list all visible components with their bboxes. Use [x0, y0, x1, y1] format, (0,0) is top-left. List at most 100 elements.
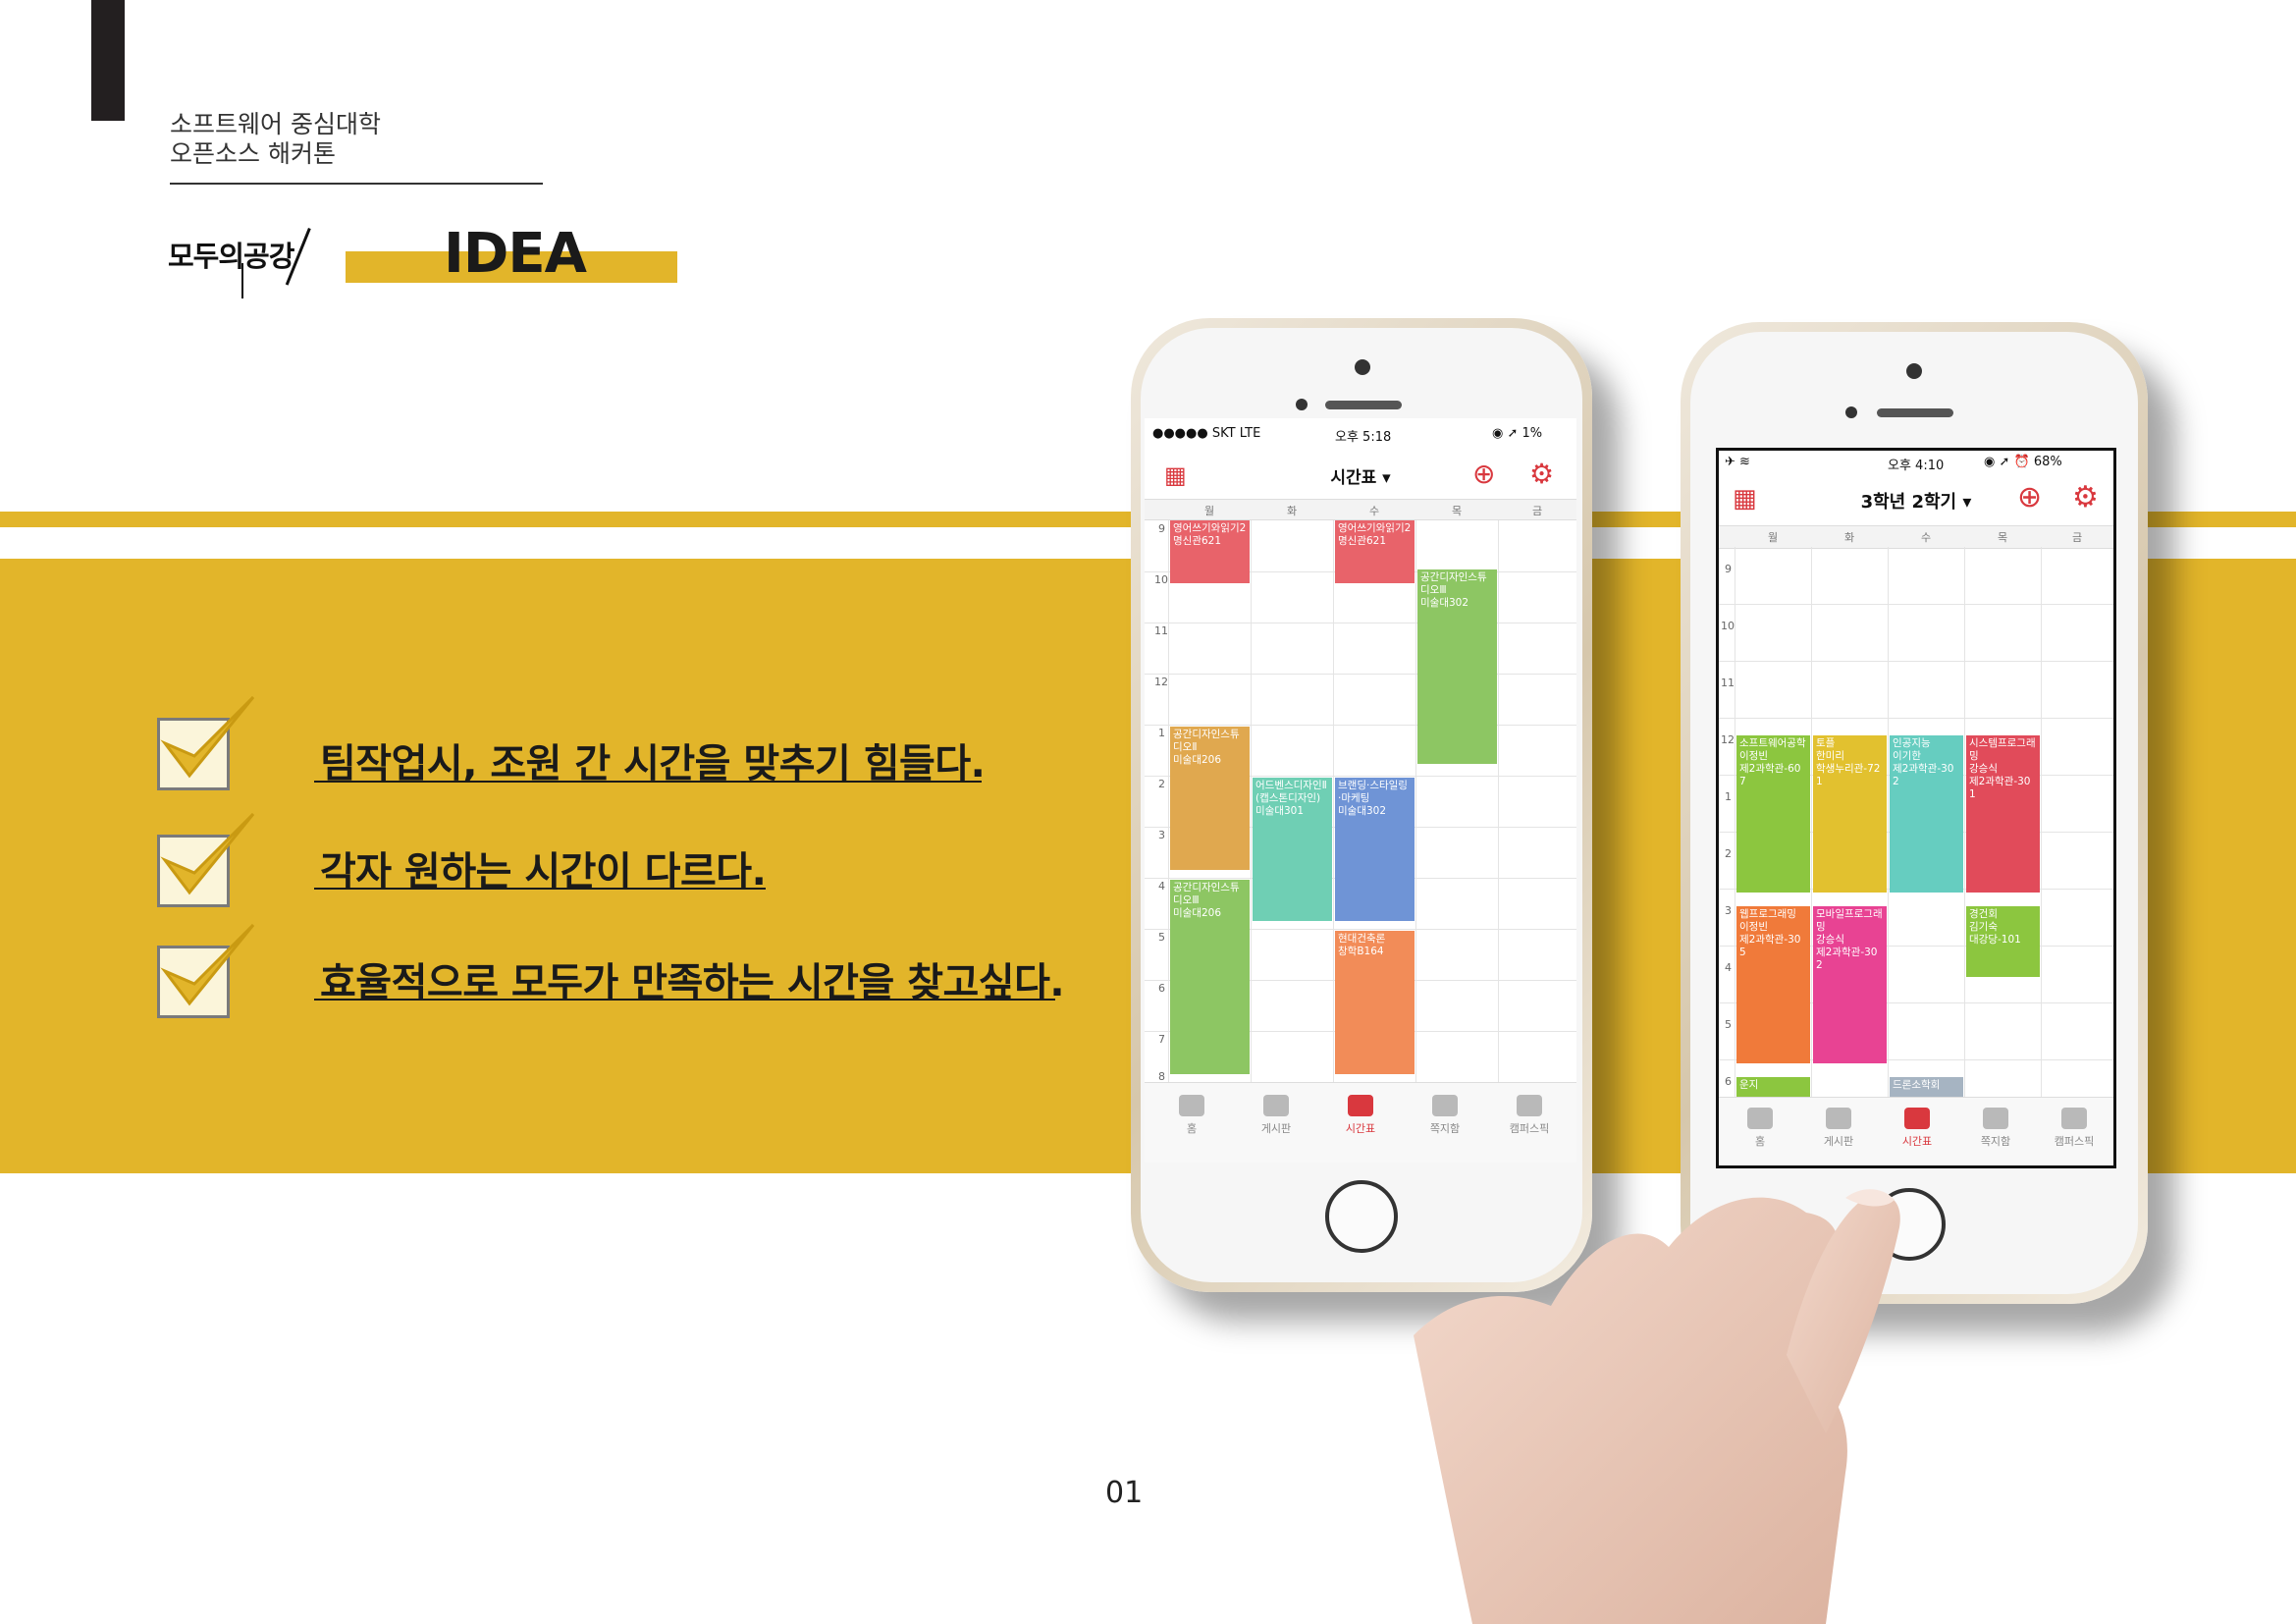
grid-line: [1719, 661, 2113, 662]
class-block[interactable]: 인공지능 이기한 제2과학관-30 2: [1890, 735, 1963, 893]
hour-label: 6: [1725, 1075, 1732, 1088]
grid-line: [1964, 547, 1965, 1097]
earpiece: [1325, 401, 1402, 409]
day-label: 화: [1286, 505, 1298, 517]
class-block[interactable]: 소프트웨어공학 이정빈 제2과학관-60 7: [1736, 735, 1810, 893]
day-label: 월: [1203, 505, 1215, 517]
checklist-underline: [314, 781, 982, 783]
class-block[interactable]: 영어쓰기와읽기2 명신관621: [1170, 520, 1250, 583]
header-line-2: 오픈소스 해커톤: [170, 139, 336, 168]
tab-campuspick[interactable]: 캠퍼스픽: [1490, 1095, 1569, 1136]
battery: ◉ ➚ 1%: [1492, 426, 1543, 441]
tab-home[interactable]: 홈: [1152, 1095, 1231, 1136]
campus-pick-icon: [1517, 1095, 1542, 1116]
tab-board[interactable]: 게시판: [1237, 1095, 1315, 1136]
phone-mockup-2: ✈ ≋ 오후 4:10 ◉ ➚ ⏰ 68% ▦ 3학년 2학기 ▾ ⊕ ⚙ 월 …: [1681, 322, 2148, 1304]
tab-bar: 홈 게시판 시간표 쪽지함 캠퍼스픽: [1719, 1097, 2113, 1165]
checkmark-icon: [160, 695, 255, 779]
tab-bar: 홈 게시판 시간표 쪽지함 캠퍼스픽: [1145, 1082, 1576, 1163]
semester-title[interactable]: 3학년 2학기 ▾: [1719, 488, 2113, 514]
status-bar: ●●●●● SKT LTE 오후 5:18 ◉ ➚ 1%: [1145, 418, 1576, 448]
front-camera: [1906, 363, 1922, 379]
hour-label: 10: [1154, 573, 1168, 586]
add-icon[interactable]: ⊕: [2017, 480, 2042, 514]
grid-line: [1168, 520, 1169, 1082]
tab-board[interactable]: 게시판: [1801, 1108, 1876, 1149]
class-block[interactable]: 웹프로그래밍 이정빈 제2과학관-30 5: [1736, 906, 1810, 1063]
nav-bar: ▦ 3학년 2학기 ▾ ⊕ ⚙: [1719, 474, 2113, 523]
class-block[interactable]: 현대건축론 창학B164: [1335, 931, 1415, 1074]
class-block[interactable]: 토플 한미리 학생누리관-72 1: [1813, 735, 1887, 893]
header-divider: [170, 183, 543, 185]
tab-label: 캠퍼스픽: [2054, 1135, 2095, 1148]
tab-home[interactable]: 홈: [1723, 1108, 1797, 1149]
checkmark-icon: [160, 812, 255, 895]
corner-accent-bar: [91, 0, 125, 121]
class-block[interactable]: 경건회 김기숙 대강당-101: [1966, 906, 2040, 977]
tab-timetable[interactable]: 시간표: [1321, 1095, 1400, 1136]
phone-screen-1: ●●●●● SKT LTE 오후 5:18 ◉ ➚ 1% ▦ 시간표 ▾ ⊕ ⚙…: [1145, 418, 1576, 1163]
hour-label: 1: [1725, 790, 1732, 803]
grid-line: [2041, 547, 2042, 1097]
tab-messages[interactable]: 쪽지함: [1406, 1095, 1484, 1136]
tab-label: 시간표: [1901, 1135, 1933, 1148]
day-label: 목: [1451, 505, 1463, 517]
tab-label: 캠퍼스픽: [1509, 1122, 1550, 1135]
hour-label: 5: [1158, 931, 1165, 944]
checklist-underline: [314, 888, 766, 890]
class-block[interactable]: 어드벤스디자인Ⅱ (캡스톤디자인) 미술대301: [1253, 778, 1332, 921]
day-label: 수: [1920, 531, 1932, 544]
day-label: 금: [2071, 531, 2083, 544]
hour-label: 6: [1158, 982, 1165, 995]
grid-line: [1888, 547, 1889, 1097]
checkmark-icon: [160, 923, 255, 1006]
class-block[interactable]: 공간디자인스튜 디오Ⅲ 미술대206: [1170, 880, 1250, 1074]
home-button[interactable]: [1325, 1180, 1398, 1253]
carrier: ●●●●● SKT LTE: [1152, 426, 1261, 441]
class-block[interactable]: 공간디자인스튜 디오Ⅱ 미술대206: [1170, 727, 1250, 870]
earpiece: [1877, 408, 1953, 417]
hour-label: 3: [1158, 829, 1165, 841]
tab-messages[interactable]: 쪽지함: [1958, 1108, 2033, 1149]
hour-label: 9: [1158, 522, 1165, 535]
hour-label: 12: [1154, 676, 1168, 688]
timetable-title[interactable]: 시간표 ▾: [1145, 463, 1576, 488]
hour-label: 2: [1725, 847, 1732, 860]
battery: ◉ ➚ ⏰ 68%: [1984, 455, 2062, 469]
home-icon: [1747, 1108, 1773, 1129]
gear-icon[interactable]: ⚙: [1529, 458, 1554, 490]
logo-tick: [241, 263, 243, 298]
header-line-1: 소프트웨어 중심대학: [170, 110, 381, 138]
hour-label: 12: [1721, 733, 1735, 746]
grid-line: [1333, 520, 1334, 1082]
gear-icon[interactable]: ⚙: [2072, 480, 2099, 514]
calendar-icon: [1904, 1108, 1930, 1129]
grid-line: [1251, 520, 1252, 1082]
day-label: 금: [1531, 505, 1543, 517]
class-block[interactable]: 브랜딩·스타일링 ·마케팅 미술대302: [1335, 778, 1415, 921]
day-header: 월 화 수 목 금: [1145, 499, 1576, 520]
tab-label: 게시판: [1823, 1135, 1854, 1148]
day-label: 목: [1997, 531, 2008, 544]
tab-campuspick[interactable]: 캠퍼스픽: [2037, 1108, 2111, 1149]
tab-timetable[interactable]: 시간표: [1880, 1108, 1954, 1149]
front-camera: [1355, 359, 1370, 375]
class-block[interactable]: 공간디자인스튜 디오Ⅲ 미술대302: [1417, 569, 1497, 764]
grid-line: [1145, 725, 1576, 726]
hour-label: 5: [1725, 1018, 1732, 1031]
clock: 오후 4:10: [1888, 459, 1945, 473]
nav-bar: ▦ 시간표 ▾ ⊕ ⚙: [1145, 450, 1576, 499]
grid-line: [1415, 520, 1416, 1082]
tab-label: 시간표: [1345, 1122, 1376, 1135]
class-block[interactable]: 시스템프로그래 밍 강승식 제2과학관-30 1: [1966, 735, 2040, 893]
hour-label: 11: [1721, 677, 1735, 689]
checklist-underline: [314, 999, 1055, 1001]
hour-label: 1: [1158, 727, 1165, 739]
timetable-grid: 9 10 11 12 1 2 3 4 5 6 소프트웨어공학 이정빈 제2과학관…: [1719, 547, 2113, 1112]
phone-mockup-1: ●●●●● SKT LTE 오후 5:18 ◉ ➚ 1% ▦ 시간표 ▾ ⊕ ⚙…: [1131, 318, 1592, 1292]
chat-icon: [1263, 1095, 1289, 1116]
chat-icon: [1826, 1108, 1851, 1129]
class-block[interactable]: 영어쓰기와읽기2 명신관621: [1335, 520, 1415, 583]
add-icon[interactable]: ⊕: [1472, 458, 1495, 490]
class-block[interactable]: 모바일프로그래 밍 강승식 제2과학관-30 2: [1813, 906, 1887, 1063]
